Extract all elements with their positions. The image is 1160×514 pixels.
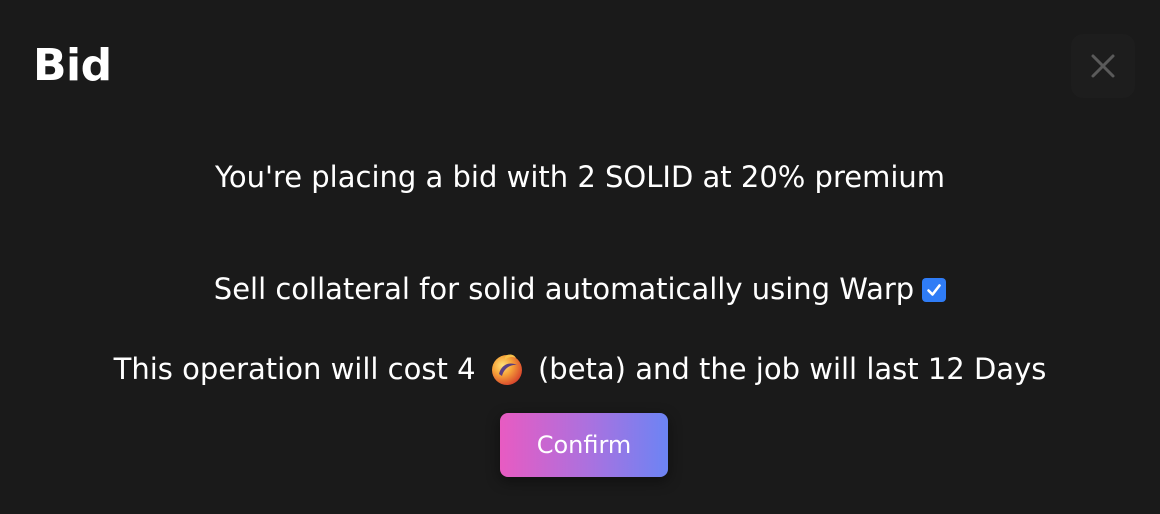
warp-option-row: Sell collateral for solid automatically …: [0, 269, 1160, 309]
cost-suffix: (beta) and the job will last 12 Days: [537, 352, 1047, 386]
bid-modal: Bid You're placing a bid with 2 SOLID at…: [0, 0, 1160, 514]
modal-title: Bid: [33, 40, 112, 91]
cost-prefix: This operation will cost 4: [113, 352, 476, 386]
warp-checkbox[interactable]: [922, 278, 947, 302]
close-button[interactable]: [1071, 34, 1135, 98]
bid-summary-text: You're placing a bid with 2 SOLID at 20%…: [214, 160, 946, 194]
close-icon: [1090, 53, 1116, 79]
cost-info-row: This operation will cost 4 (beta) and th…: [0, 349, 1160, 389]
confirm-button[interactable]: Confirm: [500, 413, 668, 477]
checkmark-icon: [927, 284, 942, 296]
warp-option-label: Sell collateral for solid automatically …: [213, 272, 915, 306]
terra-luna-token-icon: [489, 351, 525, 387]
